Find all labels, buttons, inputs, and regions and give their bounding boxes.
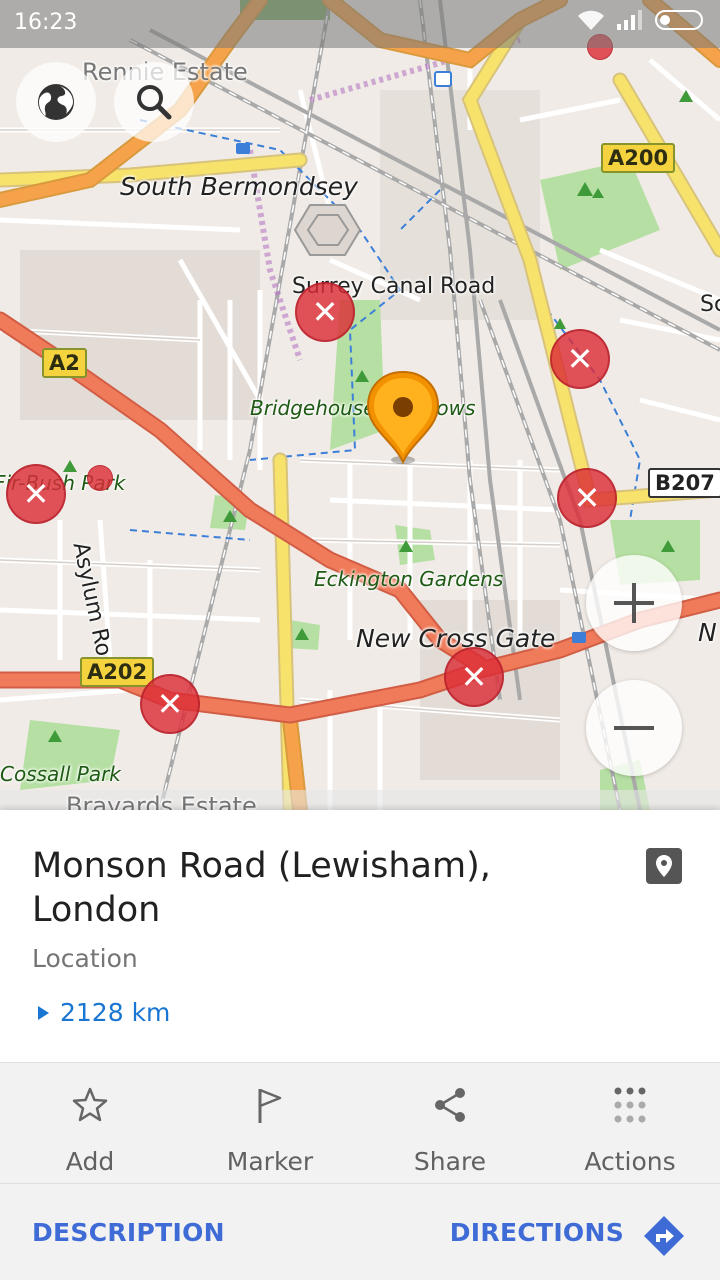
map-point-marker[interactable]: ✕ bbox=[444, 647, 504, 707]
status-bar: 16:23 bbox=[0, 0, 720, 48]
minus-icon bbox=[614, 726, 654, 730]
bottom-links-bar: DESCRIPTION DIRECTIONS bbox=[0, 1184, 720, 1280]
map-pin-icon bbox=[656, 855, 672, 877]
map-label-cossall-park: Cossall Park bbox=[0, 762, 121, 786]
distance-link[interactable]: 2128 km bbox=[36, 998, 170, 1027]
directions-icon[interactable] bbox=[642, 1214, 686, 1258]
plus-icon bbox=[614, 583, 654, 623]
action-label-share: Share bbox=[413, 1147, 487, 1176]
road-shield-a202: A202 bbox=[80, 657, 155, 687]
directions-button[interactable]: DIRECTIONS bbox=[450, 1218, 624, 1247]
location-pin-badge-icon bbox=[646, 848, 682, 884]
battery-icon bbox=[655, 10, 703, 30]
location-pin-icon[interactable] bbox=[364, 370, 444, 466]
map-point-marker[interactable]: ✕ bbox=[295, 282, 355, 342]
map-label-edge-n: N bbox=[698, 618, 717, 647]
star-icon bbox=[72, 1087, 108, 1122]
more-actions-button[interactable]: Actions bbox=[540, 1063, 720, 1183]
search-icon bbox=[137, 85, 172, 120]
map-label-new-cross-gate: New Cross Gate bbox=[356, 624, 556, 653]
marker-button[interactable]: Marker bbox=[180, 1063, 360, 1183]
action-label-actions: Actions bbox=[584, 1147, 676, 1176]
road-shield-a2: A2 bbox=[42, 348, 87, 378]
wifi-icon bbox=[578, 10, 604, 30]
direction-arrow-icon bbox=[38, 1005, 49, 1020]
distance-value: 2128 km bbox=[60, 998, 171, 1027]
dots-grid-icon bbox=[614, 1087, 646, 1123]
road-shield-a200: A200 bbox=[601, 143, 676, 173]
place-title: Monson Road (Lewisham), London bbox=[32, 846, 491, 930]
status-icons bbox=[576, 8, 708, 32]
globe-icon bbox=[38, 84, 74, 120]
map-point-marker-small[interactable] bbox=[87, 465, 113, 491]
action-label-marker: Marker bbox=[226, 1147, 314, 1176]
zoom-out-button[interactable] bbox=[586, 680, 682, 776]
zoom-in-button[interactable] bbox=[586, 555, 682, 651]
map-view[interactable]: Rennie Estate South Bermondsey Surrey Ca… bbox=[0, 0, 720, 810]
map-point-marker[interactable]: ✕ bbox=[550, 329, 610, 389]
map-point-marker[interactable]: ✕ bbox=[6, 464, 66, 524]
map-label-eckington-gardens: Eckington Gardens bbox=[314, 567, 504, 591]
place-details-sheet: Monson Road (Lewisham), London Location … bbox=[0, 810, 720, 1280]
globe-button[interactable] bbox=[16, 62, 96, 142]
action-label-add: Add bbox=[65, 1147, 115, 1176]
map-point-marker[interactable]: ✕ bbox=[140, 674, 200, 734]
search-button[interactable] bbox=[114, 62, 194, 142]
road-shield-b207: B207 bbox=[648, 468, 720, 498]
signal-icon bbox=[617, 10, 642, 30]
place-type: Location bbox=[32, 944, 138, 973]
map-label-edge-sc: Sc bbox=[700, 292, 720, 317]
flag-icon bbox=[258, 1088, 282, 1123]
add-favorite-button[interactable]: Add bbox=[0, 1063, 180, 1183]
map-label-brayards-estate: Brayards Estate bbox=[66, 792, 257, 810]
share-icon bbox=[435, 1088, 465, 1122]
action-row: Add Marker Share Actions bbox=[0, 1062, 720, 1184]
map-label-south-bermondsey: South Bermondsey bbox=[120, 172, 358, 201]
status-time: 16:23 bbox=[14, 10, 78, 35]
description-button[interactable]: DESCRIPTION bbox=[32, 1218, 225, 1247]
map-point-marker[interactable]: ✕ bbox=[557, 468, 617, 528]
share-button[interactable]: Share bbox=[360, 1063, 540, 1183]
